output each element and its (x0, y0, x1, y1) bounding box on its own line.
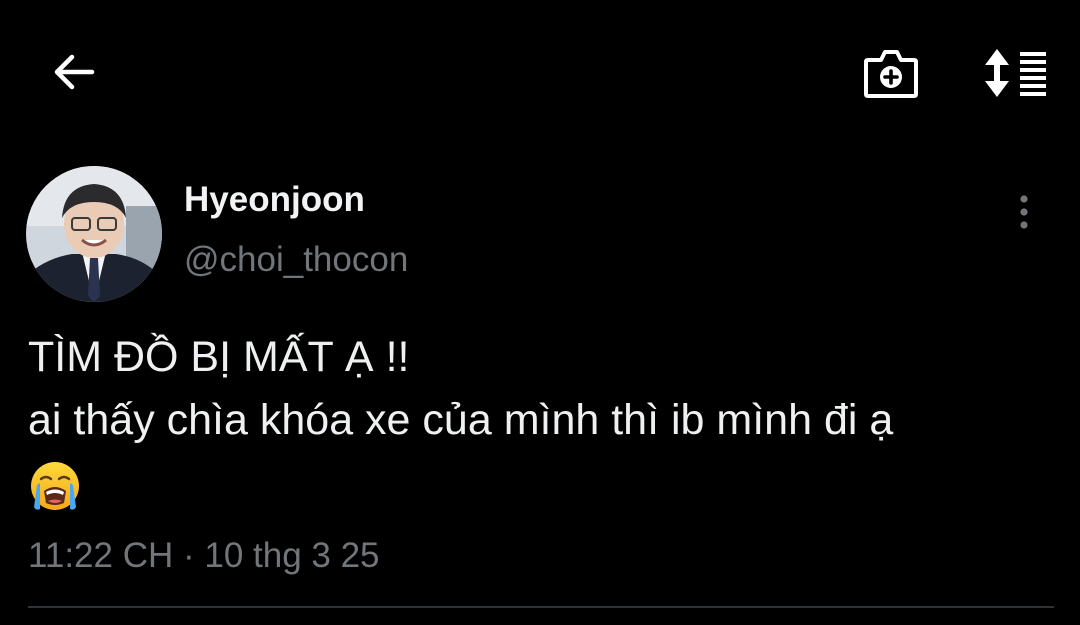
sort-button[interactable] (978, 42, 1054, 104)
camera-button[interactable] (858, 42, 924, 104)
more-vertical-icon (1020, 195, 1028, 229)
more-options-button[interactable] (1004, 190, 1044, 234)
avatar[interactable] (26, 166, 162, 302)
divider (28, 606, 1054, 608)
avatar-photo (26, 166, 162, 302)
loudly-crying-face-icon (31, 461, 79, 510)
display-name[interactable]: Hyeonjoon (184, 180, 365, 220)
tweet-text: TÌM ĐỒ BỊ MẤT Ạ !! ai thấy chìa khóa xe … (28, 326, 1058, 515)
tweet: Hyeonjoon @choi_thocon TÌM ĐỒ BỊ MẤT Ạ !… (0, 150, 1080, 625)
sort-lines-icon (985, 49, 1046, 97)
tweet-text-line-1: TÌM ĐỒ BỊ MẤT Ạ !! (28, 333, 410, 381)
top-app-bar (0, 0, 1080, 150)
arrow-left-icon (54, 54, 95, 90)
tweet-timestamp: 11:22 CH · 10 thg 3 25 (28, 536, 380, 575)
camera-plus-icon (864, 50, 918, 98)
back-button[interactable] (46, 44, 102, 100)
tweet-text-line-3 (28, 452, 1058, 515)
user-handle[interactable]: @choi_thocon (184, 240, 408, 280)
tweet-text-line-2: ai thấy chìa khóa xe của mình thì ib mìn… (28, 396, 894, 444)
